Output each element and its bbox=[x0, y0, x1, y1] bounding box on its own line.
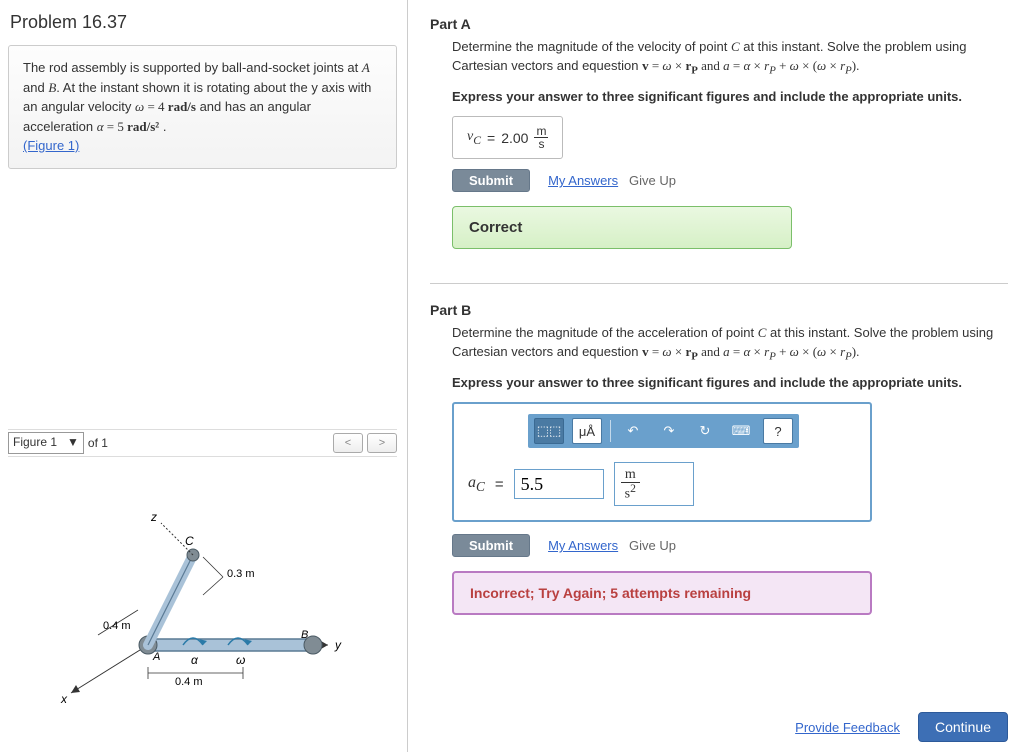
help-button[interactable]: ? bbox=[763, 418, 793, 444]
stmt-mid1: and bbox=[23, 80, 48, 95]
provide-feedback-link[interactable]: Provide Feedback bbox=[795, 720, 900, 735]
part-a-instructions: Express your answer to three significant… bbox=[452, 89, 1008, 104]
stmt-pre: The rod assembly is supported by ball-an… bbox=[23, 60, 362, 75]
part-a-give-up-link[interactable]: Give Up bbox=[629, 173, 676, 188]
alpha-sym: α bbox=[97, 119, 104, 134]
figure-next-button[interactable]: > bbox=[367, 433, 397, 453]
svg-text:y: y bbox=[334, 638, 342, 652]
continue-button[interactable]: Continue bbox=[918, 712, 1008, 742]
templates-button[interactable]: ⬚⬚ bbox=[534, 418, 564, 444]
alpha-val: = 5 bbox=[104, 119, 128, 134]
pb-unit-den: s2 bbox=[621, 483, 640, 502]
part-b-label: Part B bbox=[430, 302, 1008, 318]
redo-button[interactable]: ↷ bbox=[655, 419, 683, 443]
figure-count: of 1 bbox=[88, 436, 108, 450]
pa-var: vC bbox=[467, 129, 481, 147]
svg-text:0.3 m: 0.3 m bbox=[227, 568, 255, 580]
svg-text:A: A bbox=[152, 651, 160, 663]
figure-image: y x A B C z bbox=[8, 457, 397, 745]
part-b-unit-input[interactable]: m s2 bbox=[614, 462, 694, 506]
toolbar-sep bbox=[610, 420, 611, 442]
alpha-unit: rad/s² bbox=[127, 119, 159, 134]
svg-text:z: z bbox=[150, 510, 157, 524]
part-a-label: Part A bbox=[430, 16, 1008, 32]
keyboard-button[interactable]: ⌨ bbox=[727, 419, 755, 443]
pb-eq: = bbox=[495, 476, 504, 493]
svg-text:0.4 m: 0.4 m bbox=[103, 620, 131, 632]
figure-dropdown[interactable]: Figure 1 ▼ bbox=[8, 432, 84, 454]
part-b-feedback-incorrect: Incorrect; Try Again; 5 attempts remaini… bbox=[452, 571, 872, 615]
part-a-feedback-correct: Correct bbox=[452, 206, 792, 249]
units-button[interactable]: μÅ bbox=[572, 418, 602, 444]
pa-pre: Determine the magnitude of the velocity … bbox=[452, 39, 731, 54]
part-b-answer-panel: ⬚⬚ μÅ ↶ ↷ ↻ ⌨ ? aC = m s2 bbox=[452, 402, 872, 522]
omega-sym: ω bbox=[135, 99, 144, 114]
part-b-prompt: Determine the magnitude of the accelerat… bbox=[452, 324, 1008, 365]
figure-dropdown-label: Figure 1 bbox=[13, 435, 57, 449]
pa-unit-den: s bbox=[536, 138, 546, 150]
part-b-value-input[interactable] bbox=[514, 469, 604, 499]
point-a: A bbox=[362, 60, 370, 75]
svg-text:0.4 m: 0.4 m bbox=[175, 676, 203, 688]
pa-eqn: v = ω × rP and a = α × rP + ω × (ω × rP)… bbox=[642, 58, 859, 73]
figure-selector-bar: Figure 1 ▼ of 1 < > bbox=[8, 429, 397, 457]
stmt-tail: . bbox=[159, 119, 166, 134]
pa-unit: m s bbox=[534, 125, 548, 150]
omega-val: = 4 bbox=[144, 99, 168, 114]
omega-unit: rad/s bbox=[168, 99, 196, 114]
pb-pre: Determine the magnitude of the accelerat… bbox=[452, 325, 758, 340]
part-a-submit-button[interactable]: Submit bbox=[452, 169, 530, 192]
figure-link[interactable]: (Figure 1) bbox=[23, 138, 79, 153]
reset-button[interactable]: ↻ bbox=[691, 419, 719, 443]
part-b-my-answers-link[interactable]: My Answers bbox=[548, 538, 618, 553]
part-divider bbox=[430, 283, 1008, 284]
equation-toolbar: ⬚⬚ μÅ ↶ ↷ ↻ ⌨ ? bbox=[528, 414, 799, 448]
part-a-my-answers-link[interactable]: My Answers bbox=[548, 173, 618, 188]
pa-val: 2.00 bbox=[501, 130, 528, 146]
part-b-give-up-link[interactable]: Give Up bbox=[629, 538, 676, 553]
figure-prev-button[interactable]: < bbox=[333, 433, 363, 453]
pa-c: C bbox=[731, 39, 740, 54]
pb-unit-num: m bbox=[621, 467, 640, 483]
part-a-prompt: Determine the magnitude of the velocity … bbox=[452, 38, 1008, 79]
problem-title: Problem 16.37 bbox=[10, 12, 397, 33]
svg-text:α: α bbox=[191, 653, 199, 667]
part-a-answer-display: vC = 2.00 m s bbox=[452, 116, 563, 159]
svg-text:C: C bbox=[185, 534, 194, 548]
part-b-instructions: Express your answer to three significant… bbox=[452, 375, 1008, 390]
part-b-submit-button[interactable]: Submit bbox=[452, 534, 530, 557]
problem-statement: The rod assembly is supported by ball-an… bbox=[8, 45, 397, 169]
undo-button[interactable]: ↶ bbox=[619, 419, 647, 443]
pb-eqn: v = ω × rP and a = α × rP + ω × (ω × rP)… bbox=[642, 344, 859, 359]
svg-text:x: x bbox=[60, 692, 68, 706]
svg-text:ω: ω bbox=[236, 653, 245, 667]
pa-eq: = bbox=[487, 130, 495, 146]
svg-text:B: B bbox=[301, 629, 308, 641]
pb-var: aC bbox=[468, 474, 485, 495]
